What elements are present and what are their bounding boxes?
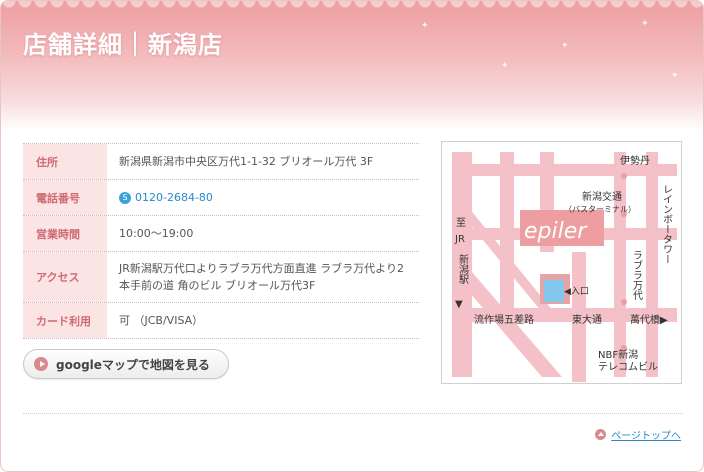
map-label-nbf-2: テレコムビル [598,361,658,373]
page-frame: ✦ ✦ ✦ ✦ ✦ 店舗詳細｜新潟店 住所 新潟県新潟市中央区万代1-1-32 … [0,0,704,472]
row-label: アクセス [23,252,107,302]
table-row-address: 住所 新潟県新潟市中央区万代1-1-32 ブリオール万代 3F [23,144,419,180]
row-label: 電話番号 [23,180,107,215]
page-header: ✦ ✦ ✦ ✦ ✦ 店舗詳細｜新潟店 [1,1,703,131]
footer-divider [23,413,683,414]
map-arrow-down-icon: ▼ [455,299,463,310]
map-label-station-3: 新潟駅 [457,253,469,285]
table-row-hours: 営業時間 10:00〜19:00 [23,216,419,252]
sparkle-icon: ✦ [641,19,649,29]
map-label-higashi: 東大通 [572,313,602,326]
card-value: 可 （JCB/VISA） [119,314,204,327]
google-map-button[interactable]: googleマップで地図を見る [23,349,229,379]
phone-number: 0120-2684-80 [135,191,213,204]
map-label-bandaibashi: 萬代橋▶ [630,313,668,326]
access-map: epiler ◀入口 伊勢丹 新潟交通 （バスターミナル） レインボータワー 至… [441,141,682,384]
map-label-rainbow: レインボータワー [661,184,673,264]
row-label: カード利用 [23,303,107,338]
store-marker [544,280,564,302]
access-value: JR新潟駅万代口よりラブラ万代方面直進 ラブラ万代より2本手前の道 角のビル ブ… [119,262,404,292]
map-label-nbf-1: NBF新潟 [598,348,638,361]
arrow-up-icon [595,429,607,440]
page-top-link[interactable]: ページトップへ [595,427,681,442]
map-label-lovela: ラブラ万代 [631,250,643,301]
map-label-entrance: ◀入口 [564,286,589,297]
table-row-access: アクセス JR新潟駅万代口よりラブラ万代方面直進 ラブラ万代より2本手前の道 角… [23,252,419,303]
map-label-station-2: JR [454,234,465,245]
arrow-right-icon [34,357,48,371]
sparkle-icon: ✦ [421,21,429,31]
map-roads [452,152,677,382]
store-info-table: 住所 新潟県新潟市中央区万代1-1-32 ブリオール万代 3F 電話番号 S 0… [23,143,419,339]
phone-value: S 0120-2684-80 [107,180,419,215]
map-svg: epiler ◀入口 伊勢丹 新潟交通 （バスターミナル） レインボータワー 至… [452,152,677,382]
map-label-bus-2: （バスターミナル） [564,205,636,214]
phone-link[interactable]: S 0120-2684-80 [119,189,213,206]
map-label-station-1: 至 [456,217,466,229]
page-top-label: ページトップへ [611,431,681,442]
row-label: 営業時間 [23,216,107,251]
sparkle-icon: ✦ [501,61,509,71]
page-title: 店舗詳細｜新潟店 [23,31,223,59]
skype-icon: S [119,191,131,204]
sparkle-icon: ✦ [671,71,679,81]
google-map-button-label: googleマップで地図を見る [56,357,210,372]
map-label-bus-1: 新潟交通 [582,190,622,203]
map-label-ryusakuba: 流作場五差路 [474,313,534,326]
address-value: 新潟県新潟市中央区万代1-1-32 ブリオール万代 3F [119,155,374,168]
table-row-phone: 電話番号 S 0120-2684-80 [23,180,419,216]
map-label-brand: epiler [524,219,588,244]
lace-decoration [1,1,703,13]
hours-value: 10:00〜19:00 [119,227,194,240]
row-label: 住所 [23,144,107,179]
sparkle-icon: ✦ [561,41,569,51]
table-row-card: カード利用 可 （JCB/VISA） [23,303,419,339]
map-label-isetan: 伊勢丹 [620,154,650,167]
